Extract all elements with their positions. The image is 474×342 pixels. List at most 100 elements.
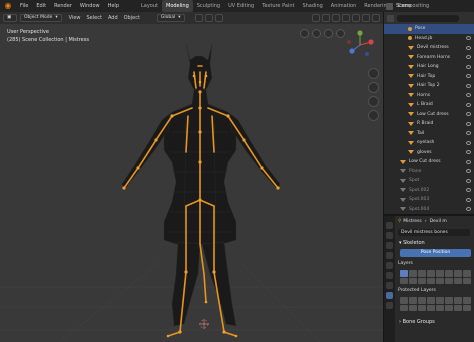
eye-icon[interactable] xyxy=(466,131,471,136)
bone-icon xyxy=(408,26,412,31)
outliner-item[interactable]: Forearm Horns xyxy=(384,53,474,63)
3d-viewport[interactable]: ▣ Object Mode ▾ View Select Add Object G… xyxy=(0,12,383,342)
armature-icon: ⚲ xyxy=(398,219,402,224)
outliner-item-label: Spot.003 xyxy=(409,197,430,203)
outliner-item[interactable]: gloves xyxy=(384,148,474,158)
outliner-item[interactable]: R Braid xyxy=(384,119,474,129)
tab-shading[interactable]: Shading xyxy=(298,0,326,12)
menu-render[interactable]: Render xyxy=(50,0,76,12)
tab-modeling[interactable]: Modeling xyxy=(162,0,193,12)
eye-icon[interactable] xyxy=(466,102,471,107)
outliner-item[interactable]: Horns xyxy=(384,91,474,101)
tab-texture-paint[interactable]: Texture Paint xyxy=(258,0,298,12)
bone-tab-icon[interactable] xyxy=(386,302,393,309)
outliner-item[interactable]: eyelash xyxy=(384,138,474,148)
outliner-item[interactable]: Spot.003 xyxy=(384,195,474,205)
menu-help[interactable]: Help xyxy=(104,0,123,12)
tool-tab-icon[interactable] xyxy=(386,222,393,229)
eye-icon[interactable] xyxy=(466,188,471,193)
eye-icon[interactable] xyxy=(466,93,471,98)
outliner-item[interactable]: Hair Top 2 xyxy=(384,81,474,91)
armature-figure[interactable] xyxy=(0,12,383,342)
properties-body: ⚲ Mistress › Devil m Devil mistress bone… xyxy=(396,216,474,342)
eye-icon[interactable] xyxy=(466,36,471,41)
outliner-item-label: Spot xyxy=(409,178,420,184)
mesh-data-icon xyxy=(408,150,414,155)
skeleton-section-header[interactable]: ▾ Skeleton xyxy=(396,238,474,248)
mesh-data-icon xyxy=(408,93,414,98)
eye-icon[interactable] xyxy=(466,159,471,164)
eye-icon[interactable] xyxy=(466,207,471,212)
outliner-item-label: Hair Long xyxy=(417,64,439,70)
eye-icon[interactable] xyxy=(466,178,471,183)
eye-icon[interactable] xyxy=(466,74,471,79)
mesh-data-icon xyxy=(408,45,414,50)
outliner-item-label: Tail xyxy=(417,130,425,136)
outliner-item-label: Plane xyxy=(409,168,422,174)
eye-icon[interactable] xyxy=(466,83,471,88)
outliner-search-input[interactable] xyxy=(397,14,459,22)
outliner-item-label: eyelash xyxy=(417,140,435,146)
protected-layers-grid[interactable] xyxy=(400,297,471,311)
eye-icon[interactable] xyxy=(466,64,471,69)
object-tab-icon[interactable] xyxy=(386,272,393,279)
render-tab-icon[interactable] xyxy=(386,232,393,239)
tab-layout[interactable]: Layout xyxy=(137,0,162,12)
outliner-item-label: Horns xyxy=(417,92,431,98)
tab-uv-editing[interactable]: UV Editing xyxy=(224,0,258,12)
outliner-item[interactable]: Plane xyxy=(384,167,474,177)
outliner-item[interactable]: Pose xyxy=(384,24,474,34)
mesh-data-icon xyxy=(408,131,414,136)
menu-window[interactable]: Window xyxy=(76,0,104,12)
layers-grid[interactable] xyxy=(400,270,471,284)
scene-selector[interactable]: Scene xyxy=(386,0,411,12)
world-tab-icon[interactable] xyxy=(386,262,393,269)
outliner-item[interactable]: L Braid xyxy=(384,100,474,110)
3d-cursor-icon[interactable] xyxy=(199,319,209,329)
scene-tab-icon[interactable] xyxy=(386,252,393,259)
outliner-item-label: Spot.002 xyxy=(409,187,430,193)
eye-icon[interactable] xyxy=(466,121,471,126)
menu-file[interactable]: File xyxy=(16,0,32,12)
outliner-item[interactable]: Hair Top xyxy=(384,72,474,82)
outliner-item[interactable]: Low Cut dress xyxy=(384,157,474,167)
outliner-item-label: Low Cut dress xyxy=(409,159,441,165)
outliner-item[interactable]: Spot xyxy=(384,176,474,186)
menu-edit[interactable]: Edit xyxy=(32,0,50,12)
modifier-tab-icon[interactable] xyxy=(386,282,393,289)
outliner-item-label: R Braid xyxy=(417,121,434,127)
filter-icon[interactable] xyxy=(387,14,394,22)
eye-icon[interactable] xyxy=(466,45,471,50)
outliner-item[interactable]: Low Cut dress xyxy=(384,110,474,120)
pose-position-button[interactable]: Pose Position xyxy=(400,249,471,257)
eye-icon[interactable] xyxy=(466,169,471,174)
eye-icon[interactable] xyxy=(466,55,471,60)
blender-logo-icon[interactable]: ◉ xyxy=(3,1,13,11)
eye-icon[interactable] xyxy=(466,140,471,145)
mesh-data-icon xyxy=(408,102,414,107)
eye-icon[interactable] xyxy=(466,112,471,117)
tab-animation[interactable]: Animation xyxy=(327,0,361,12)
properties-tabs xyxy=(384,216,395,342)
armature-name-row: Devil mistress bones xyxy=(396,227,474,238)
mesh-data-icon xyxy=(408,112,414,117)
outliner-item[interactable]: Hair Long xyxy=(384,62,474,72)
mesh-data-icon xyxy=(400,159,406,164)
outliner-item[interactable]: Head.jb xyxy=(384,34,474,44)
top-bar: ◉ File Edit Render Window Help Layout Mo… xyxy=(0,0,474,12)
outliner-item[interactable]: Tail xyxy=(384,129,474,139)
object-name[interactable]: Mistress xyxy=(403,219,421,224)
outliner-item[interactable]: Spot.002 xyxy=(384,186,474,196)
armature-data-tab-icon[interactable] xyxy=(386,292,393,299)
bone-groups-section-header[interactable]: › Bone Groups xyxy=(396,317,474,327)
eye-icon[interactable] xyxy=(466,150,471,155)
outliner-item[interactable]: Devil mistress xyxy=(384,43,474,53)
eye-icon[interactable] xyxy=(466,197,471,202)
outliner-header xyxy=(384,12,474,24)
outliner-item-label: Head.jb xyxy=(415,35,433,41)
outliner-item[interactable]: Spot.004 xyxy=(384,205,474,215)
tab-sculpting[interactable]: Sculpting xyxy=(193,0,224,12)
armature-name-field[interactable]: Devil mistress bones xyxy=(398,229,470,236)
object-name-2[interactable]: Devil m xyxy=(430,219,447,224)
output-tab-icon[interactable] xyxy=(386,242,393,249)
